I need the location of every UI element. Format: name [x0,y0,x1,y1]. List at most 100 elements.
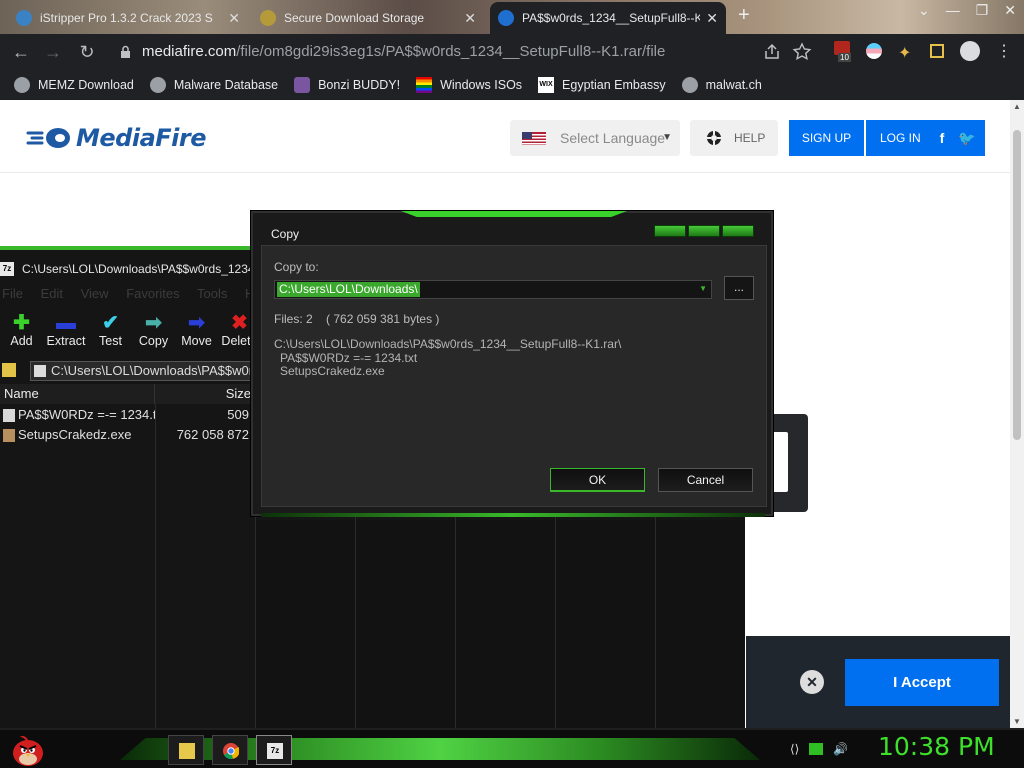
start-angry-bird-icon[interactable] [8,732,46,768]
source-file: PA$$W0RDz =-= 1234.txt [280,350,418,365]
test-button[interactable]: ✔ Test [89,312,132,354]
volume-icon[interactable]: 🔊 [833,742,848,756]
mediafire-logo[interactable]: MediaFire [26,124,207,152]
taskbar-chrome[interactable] [212,735,248,765]
back-arrow-icon[interactable]: ← [10,41,32,63]
destination-combobox[interactable]: C:\Users\LOL\Downloads\ ▼ [274,280,712,299]
dialog-minimize-button[interactable] [654,225,686,237]
dialog-body: Copy to: C:\Users\LOL\Downloads\ ▼ ... F… [261,245,767,507]
source-archive-path: C:\Users\LOL\Downloads\PA$$w0rds_1234__S… [274,337,622,351]
globe-icon [14,77,30,93]
taskbar-7zip[interactable]: 7z [256,735,292,765]
bookmarks-bar: MEMZ Download Malware Database Bonzi BUD… [0,70,1024,100]
browser-tab-istripper[interactable]: iStripper Pro 1.3.2 Crack 2023 S ✕ [8,2,248,34]
bookmark-malwatch[interactable]: malwat.ch [681,77,762,93]
taskbar-clock[interactable]: 10:38 PM [878,732,995,761]
7zip-menu-bar: File Edit View Favorites Tools Help [2,286,286,301]
close-icon[interactable]: ✕ [464,10,476,27]
forward-arrow-icon[interactable]: → [42,41,64,63]
column-name[interactable]: Name [0,384,155,404]
dialog-glow-bottom [261,513,765,517]
window-controls: ⌄ — ❐ ✕ [918,2,1016,19]
browse-button[interactable]: ... [724,276,754,300]
browser-toolbar: ← → ↻ mediafire.com/file/om8gdi29is3eg1s… [0,34,1024,70]
column-size[interactable]: Size [155,384,255,404]
scrollbar-thumb[interactable] [1013,130,1021,440]
mediafire-favicon-icon [498,10,514,26]
browser-tab-bar: iStripper Pro 1.3.2 Crack 2023 S ✕ Secur… [0,0,1024,34]
close-icon[interactable]: ✕ [228,10,240,27]
reload-icon[interactable]: ↻ [76,41,98,63]
address-bar[interactable]: mediafire.com/file/om8gdi29is3eg1s/PA$$w… [108,38,742,66]
sign-up-button[interactable]: SIGN UP [789,120,864,156]
network-icon[interactable]: ⟨⟩ [790,742,799,756]
browser-tab-mediafire[interactable]: PA$$w0rds_1234__SetupFull8--K ✕ [490,2,726,34]
page-scrollbar[interactable]: ▲ ▼ [1010,100,1024,728]
menu-edit[interactable]: Edit [41,286,63,301]
cancel-button[interactable]: Cancel [658,468,753,492]
path-input[interactable]: C:\Users\LOL\Downloads\PA$$w0rds_1234__S… [30,361,260,381]
menu-view[interactable]: View [81,286,109,301]
cookie-consent-bar: ✕ I Accept [746,636,1010,728]
minimize-icon[interactable]: — [946,2,960,19]
browser-tab-secure-download[interactable]: Secure Download Storage ✕ [252,2,484,34]
7zip-window-title: 7z C:\Users\LOL\Downloads\PA$$w0rds_1234… [0,258,260,280]
dialog-window-buttons [654,225,754,237]
side-panel-icon[interactable] [930,44,944,58]
profile-avatar[interactable] [960,41,980,61]
dialog-close-button[interactable] [722,225,754,237]
ok-button[interactable]: OK [550,468,645,492]
extension-badge: 10 [838,53,851,62]
bookmark-malware-db[interactable]: Malware Database [149,77,278,93]
taskbar: 7z ⟨⟩ 🔊 10:38 PM [0,728,1024,768]
help-button[interactable]: HELP [690,120,778,156]
extensions-puzzle-icon[interactable]: ✦ [898,43,911,63]
scroll-down-icon[interactable]: ▼ [1013,717,1021,726]
facebook-icon[interactable]: f [934,130,950,146]
bookmark-memz[interactable]: MEMZ Download [14,77,134,93]
source-file-list: C:\Users\LOL\Downloads\PA$$w0rds_1234__S… [274,337,622,379]
new-tab-plus-icon[interactable]: + [738,4,750,27]
scroll-up-icon[interactable]: ▲ [1013,102,1021,111]
move-button[interactable]: ➡ Move [175,312,218,354]
bookmark-egyptian-embassy[interactable]: WIX Egyptian Embassy [538,77,666,93]
chrome-icon [223,743,239,759]
flag-extension-icon[interactable] [866,43,882,59]
chevron-down-icon[interactable]: ⌄ [918,2,930,19]
bookmark-windows-isos[interactable]: Windows ISOs [416,77,522,93]
menu-file[interactable]: File [2,286,23,301]
system-tray: ⟨⟩ 🔊 [790,742,848,756]
folder-up-icon[interactable] [2,363,16,377]
battery-icon[interactable] [809,743,824,755]
close-icon[interactable]: ✕ [706,10,718,27]
restore-icon[interactable]: ❐ [976,2,989,19]
share-icon[interactable] [762,42,782,62]
close-window-icon[interactable]: ✕ [1004,2,1016,19]
language-select[interactable]: Select Language ▼ [510,120,680,156]
dialog-maximize-button[interactable] [688,225,720,237]
7zip-toolbar: ✚ Add ▬ Extract ✔ Test ➡ Copy ➡ Move ✖ D… [0,312,261,354]
dropdown-arrow-icon[interactable]: ▼ [699,284,707,293]
add-button[interactable]: ✚ Add [0,312,43,354]
copy-button[interactable]: ➡ Copy [132,312,175,354]
taskbar-explorer[interactable] [168,735,204,765]
lock-icon [121,45,130,58]
close-icon[interactable]: ✕ [800,670,824,694]
menu-tools[interactable]: Tools [197,286,227,301]
exe-file-icon [3,429,15,442]
wordpress-icon [16,10,32,26]
menu-favorites[interactable]: Favorites [126,286,179,301]
accept-cookies-button[interactable]: I Accept [845,659,999,706]
globe-icon [681,77,698,93]
more-menu-icon[interactable]: ⋮ [996,41,1012,61]
log-in-button[interactable]: LOG IN f 🐦 [866,120,985,156]
bookmark-star-icon[interactable] [792,42,812,62]
twitter-icon[interactable]: 🐦 [958,130,975,146]
bookmark-bonzi[interactable]: Bonzi BUDDY! [294,77,400,93]
folder-icon [179,743,195,759]
move-arrow-icon: ➡ [188,312,205,334]
ublock-extension-icon[interactable]: 10 [834,41,852,63]
7zip-path-bar: C:\Users\LOL\Downloads\PA$$w0rds_1234__S… [0,360,260,382]
dialog-title: Copy [271,227,300,241]
extract-button[interactable]: ▬ Extract [43,312,89,354]
